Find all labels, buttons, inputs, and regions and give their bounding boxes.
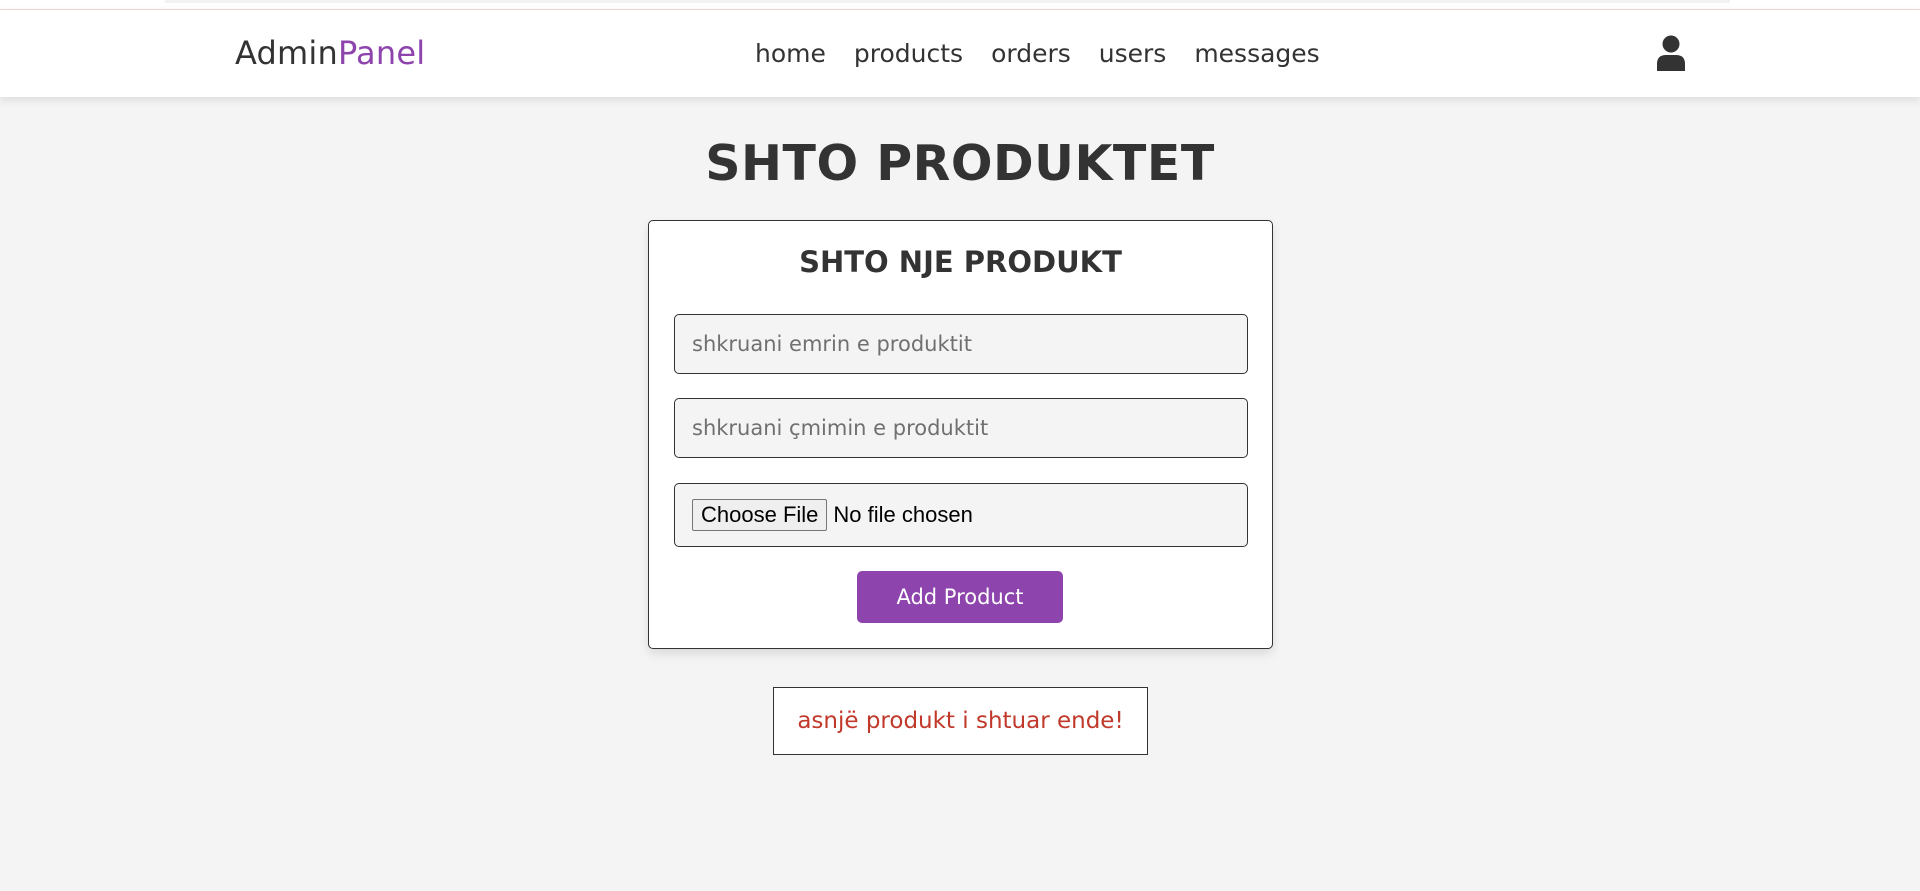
nav-orders[interactable]: orders [991,39,1071,68]
page-title: SHTO PRODUKTET [705,135,1215,192]
top-strip [0,0,1920,10]
logo[interactable]: AdminPanel [235,34,425,72]
top-strip-inner [165,0,1730,3]
choose-file-button[interactable]: Choose File [692,499,828,531]
product-price-input[interactable] [675,399,1247,457]
nav-products[interactable]: products [854,39,963,68]
product-image-field: Choose File No file chosen [674,483,1248,547]
empty-products-message: asnjë produkt i shtuar ende! [773,687,1148,755]
product-price-field [674,398,1248,458]
logo-accent: Panel [337,34,426,72]
form-title: SHTO NJE PRODUKT [799,245,1122,279]
file-status: No file chosen [833,502,973,527]
product-name-field [674,314,1248,374]
nav-messages[interactable]: messages [1194,39,1319,68]
add-product-button[interactable]: Add Product [857,571,1063,623]
product-name-input[interactable] [675,315,1247,373]
user-icon[interactable] [1656,35,1686,71]
add-product-form: SHTO NJE PRODUKT Choose File No file cho… [648,220,1273,649]
navbar: home products orders users messages [755,39,1320,68]
logo-main: Admin [235,34,338,72]
header: AdminPanel home products orders users me… [0,10,1920,97]
nav-users[interactable]: users [1099,39,1167,68]
user-icon-svg [1657,35,1685,71]
nav-home[interactable]: home [755,39,826,68]
